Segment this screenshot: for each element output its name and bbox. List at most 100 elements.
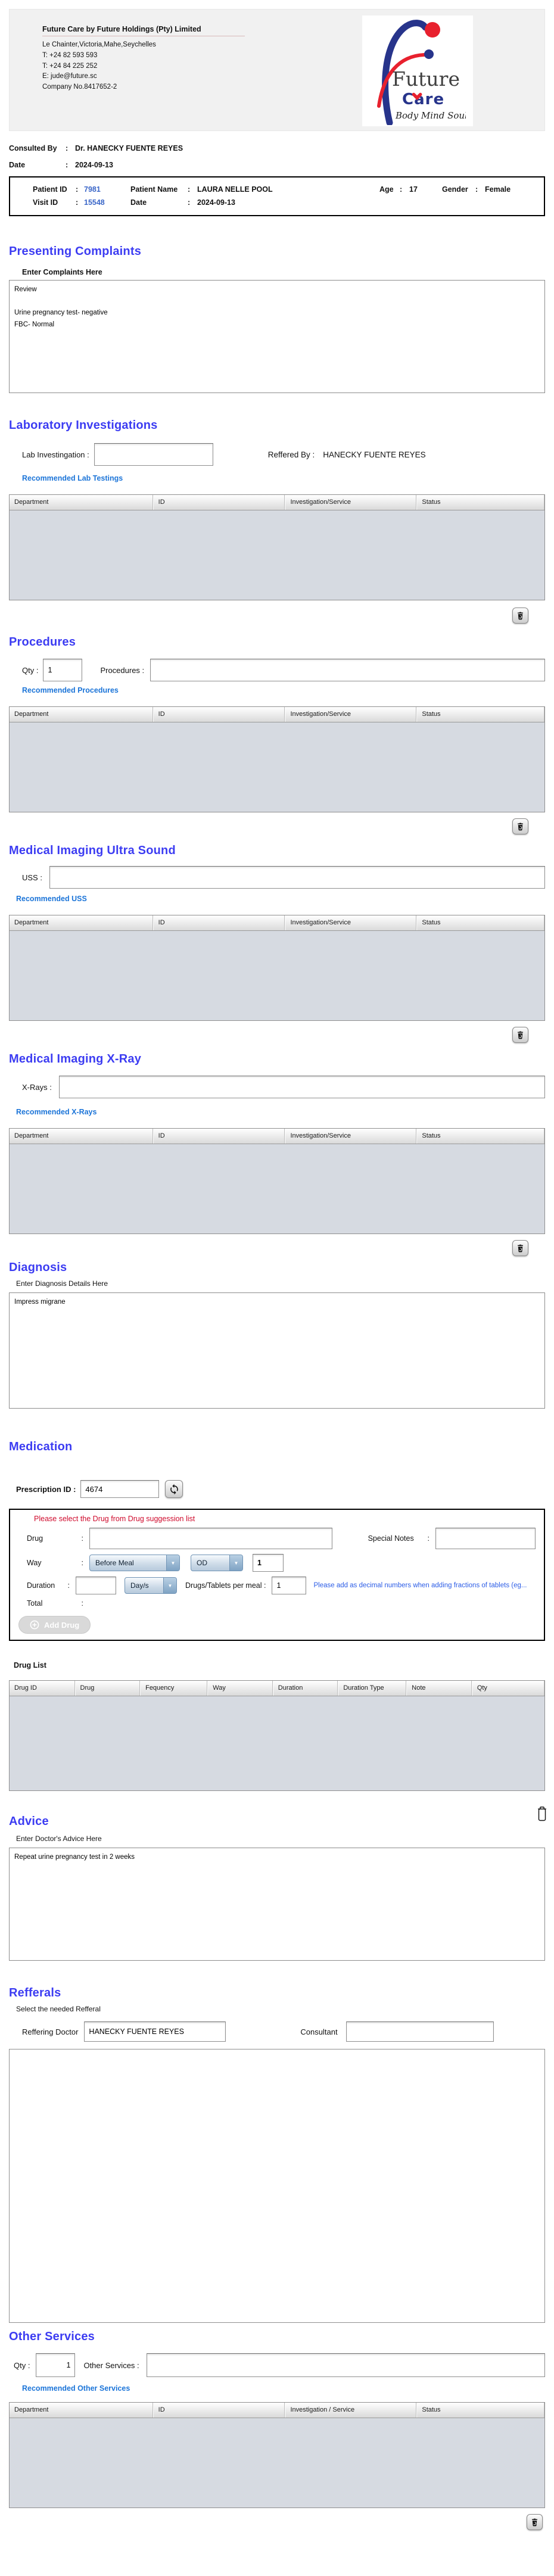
- column-header-drug-id: Drug ID: [10, 1681, 75, 1696]
- recommended-lab-table: Department ID Investigation/Service Stat…: [9, 494, 545, 600]
- lab-table-header-row: Department ID Investigation/Service Stat…: [10, 495, 544, 510]
- refresh-prescription-button[interactable]: [165, 1480, 183, 1498]
- delete-other-selection-button[interactable]: [527, 2514, 543, 2530]
- column-header-id: ID: [152, 2403, 285, 2418]
- chevron-down-icon: ▼: [229, 1555, 242, 1571]
- lab-delete-row: [9, 608, 545, 624]
- other-qty-input[interactable]: [36, 2353, 76, 2377]
- recommended-xray-link[interactable]: Recommended X-Rays: [16, 1108, 545, 1116]
- frequency-select[interactable]: OD ▼: [191, 1555, 243, 1571]
- column-header-duration: Duration: [272, 1681, 338, 1696]
- other-services-input[interactable]: [146, 2353, 545, 2377]
- column-header-status: Status: [416, 1129, 544, 1144]
- visit-date-value: 2024-09-13: [197, 198, 235, 207]
- referrals-subtitle: Select the needed Refferal: [16, 2005, 101, 2013]
- per-meal-input[interactable]: [272, 1577, 307, 1594]
- patient-info-box: Patient ID : 7981 Patient Name : LAURA N…: [9, 176, 545, 216]
- xray-heading: Medical Imaging X-Ray: [9, 1052, 142, 1066]
- drug-name-row: Drug: Special Notes:: [27, 1528, 536, 1549]
- trash-icon: [518, 612, 523, 620]
- way-label: Way: [27, 1559, 42, 1567]
- chevron-down-icon: ▼: [166, 1555, 179, 1571]
- drug-list-table: Drug ID Drug Fequency Way Duration Durat…: [9, 1680, 545, 1791]
- laboratory-investigations-heading: Laboratory Investigations: [9, 419, 158, 432]
- procedures-input[interactable]: [150, 659, 545, 681]
- recommended-procedures-link[interactable]: Recommended Procedures: [22, 686, 545, 694]
- lab-investigation-label: Lab Investingation :: [22, 450, 89, 459]
- procedures-delete-row: [9, 818, 545, 834]
- diagnosis-textarea[interactable]: Impress migrane: [9, 1292, 545, 1409]
- colon: :: [188, 185, 191, 194]
- advice-textarea[interactable]: Repeat urine pregnancy test in 2 weeks: [9, 1848, 545, 1961]
- column-header-investigation: Investigation / Service: [285, 2403, 417, 2418]
- meal-timing-select[interactable]: Before Meal ▼: [89, 1555, 180, 1571]
- colon: :: [81, 1559, 83, 1567]
- prescription-id-input[interactable]: [80, 1480, 160, 1498]
- consultation-page: Future Care by Future Holdings (Pty) Lim…: [0, 9, 554, 2548]
- referred-by-value: HANECKY FUENTE REYES: [323, 450, 426, 459]
- column-header-frequency: Fequency: [140, 1681, 208, 1696]
- recommended-other-services-link[interactable]: Recommended Other Services: [22, 2384, 545, 2393]
- column-header-investigation: Investigation/Service: [285, 1129, 417, 1144]
- other-delete-row: [9, 2514, 545, 2530]
- colon: :: [81, 1599, 83, 1608]
- drug-name-input[interactable]: [89, 1528, 332, 1549]
- procedures-qty-input[interactable]: [43, 659, 83, 681]
- referring-doctor-input[interactable]: [84, 2021, 226, 2042]
- patient-name-label: Patient Name: [130, 185, 178, 194]
- column-header-way: Way: [207, 1681, 273, 1696]
- delete-drug-list-button[interactable]: [536, 1805, 549, 1824]
- date-label: Date: [9, 161, 26, 169]
- uss-table-header-row: Department ID Investigation/Service Stat…: [10, 915, 544, 931]
- ultrasound-heading: Medical Imaging Ultra Sound: [9, 844, 176, 857]
- meal-timing-value: Before Meal: [95, 1559, 134, 1567]
- recommended-xray-table: Department ID Investigation/Service Stat…: [9, 1128, 545, 1234]
- referral-list-box[interactable]: [9, 2049, 545, 2323]
- special-notes-input[interactable]: [435, 1528, 536, 1549]
- duration-input[interactable]: [76, 1577, 116, 1594]
- recommended-lab-testings-link[interactable]: Recommended Lab Testings: [22, 474, 545, 482]
- column-header-department: Department: [10, 707, 153, 722]
- consultant-input[interactable]: [346, 2021, 494, 2042]
- company-info: Future Care by Future Holdings (Pty) Lim…: [42, 25, 245, 93]
- consultation-date-value: 2024-09-13: [75, 161, 113, 169]
- recommended-uss-link[interactable]: Recommended USS: [16, 895, 545, 903]
- delete-procedures-selection-button[interactable]: [512, 818, 528, 834]
- other-table-header-row: Department ID Investigation / Service St…: [10, 2403, 544, 2418]
- other-services-label: Other Services :: [83, 2360, 139, 2370]
- refresh-icon: [170, 1484, 178, 1494]
- trash-icon: [532, 2518, 537, 2527]
- xray-input[interactable]: [58, 1076, 545, 1098]
- plus-circle-icon: [30, 1620, 39, 1630]
- complaints-textarea[interactable]: Review Urine pregnancy test- negative FB…: [9, 280, 545, 393]
- procedures-table-header-row: Department ID Investigation/Service Stat…: [10, 707, 544, 722]
- procedures-heading: Procedures: [9, 636, 76, 649]
- add-drug-button[interactable]: Add Drug: [18, 1616, 91, 1634]
- lab-table-body-empty: [10, 510, 544, 600]
- column-header-duration-type: Duration Type: [338, 1681, 407, 1696]
- company-number: Company No.8417652-2: [42, 83, 117, 91]
- lab-investigation-input[interactable]: [94, 443, 213, 466]
- delete-uss-selection-button[interactable]: [512, 1027, 528, 1043]
- duration-unit-select[interactable]: Day/s ▼: [125, 1577, 177, 1594]
- referring-doctor-label: Reffering Doctor: [22, 2027, 79, 2036]
- consulted-by-row: Consulted By : Dr. HANECKY FUENTE REYES: [9, 144, 545, 152]
- column-header-drug: Drug: [74, 1681, 141, 1696]
- procedures-label: Procedures :: [100, 665, 145, 675]
- procedures-qty-label: Qty :: [22, 665, 39, 675]
- other-services-heading: Other Services: [9, 2330, 95, 2343]
- gender-label: Gender: [442, 185, 468, 194]
- delete-lab-selection-button[interactable]: [512, 608, 528, 624]
- duration-unit-value: Day/s: [130, 1581, 149, 1590]
- prescription-id-label: Prescription ID :: [16, 1484, 76, 1494]
- duration-label: Duration: [27, 1581, 55, 1590]
- uss-input[interactable]: [49, 866, 545, 889]
- delete-xray-selection-button[interactable]: [512, 1240, 528, 1256]
- visit-id-label: Visit ID: [33, 198, 58, 207]
- procedures-table-body-empty: [10, 722, 544, 812]
- patient-name-value: LAURA NELLE POOL: [197, 185, 273, 194]
- drug-warning-text: Please select the Drug from Drug suggess…: [34, 1515, 195, 1523]
- frequency-qty-input[interactable]: [253, 1554, 284, 1572]
- logo-tagline: Body Mind Soul: [395, 110, 466, 121]
- logo-text-future: Future: [392, 67, 460, 91]
